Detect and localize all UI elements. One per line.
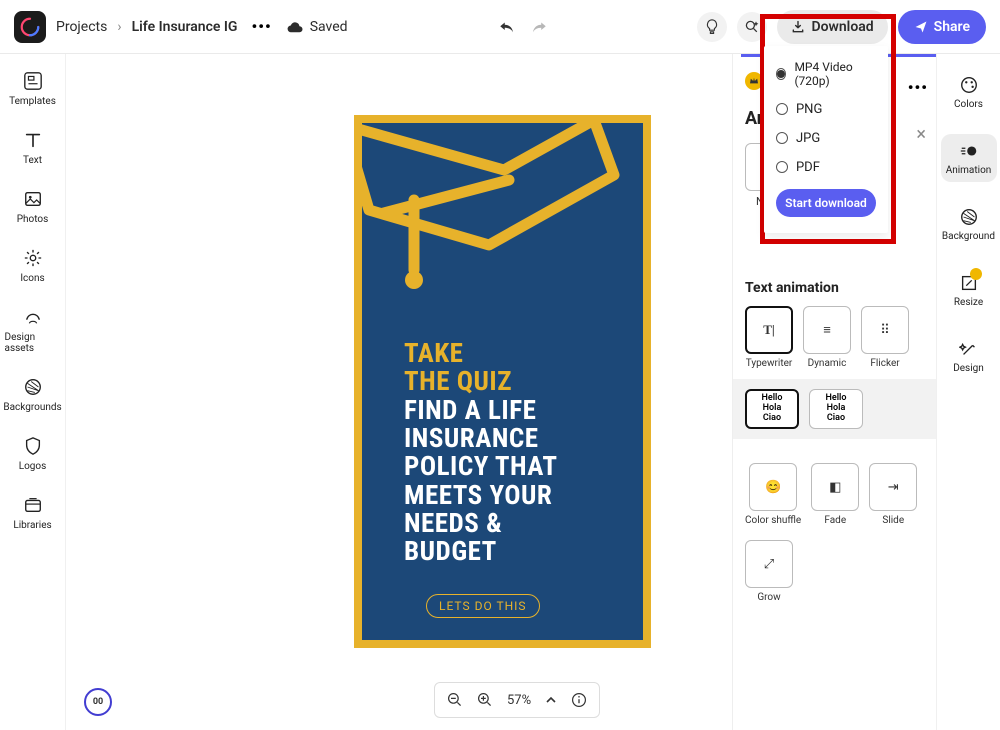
download-option-pdf[interactable]: PDF — [776, 160, 876, 175]
radio-icon — [776, 132, 788, 144]
close-panel-button[interactable]: × — [916, 124, 926, 145]
graduation-cap-graphic — [354, 115, 624, 305]
more-menu-button[interactable]: ••• — [247, 17, 275, 36]
saved-label: Saved — [310, 19, 348, 35]
download-label: Download — [811, 19, 873, 35]
crown-icon — [745, 72, 763, 90]
rnav-background[interactable]: Background — [941, 200, 997, 248]
nav-icons[interactable]: Icons — [5, 247, 61, 284]
nav-backgrounds[interactable]: Backgrounds — [5, 376, 61, 413]
panel-more-button[interactable]: ••• — [908, 78, 928, 97]
heading-line2: THE QUIZ — [404, 367, 614, 395]
zoom-in-button[interactable] — [477, 692, 493, 708]
chevron-right-icon: › — [117, 19, 121, 35]
nav-logos[interactable]: Logos — [5, 435, 61, 472]
texture-icon — [22, 376, 44, 398]
download-icon — [791, 20, 805, 34]
anim-language-row: HelloHolaCiao HelloHolaCiao — [733, 379, 936, 439]
anim-dynamic[interactable]: ≡Dynamic — [803, 306, 851, 369]
anim-color-shuffle[interactable]: 😊Color shuffle — [745, 463, 801, 526]
undo-redo-group — [497, 17, 549, 37]
wand-icon — [958, 338, 980, 360]
start-download-button[interactable]: Start download — [776, 189, 876, 217]
zoom-out-button[interactable] — [447, 692, 463, 708]
text-animation-header: Text animation — [745, 280, 924, 296]
palette-icon — [958, 74, 980, 96]
premium-dot-icon — [970, 268, 982, 280]
app-logo[interactable] — [14, 11, 46, 43]
anim-slide[interactable]: ⇥Slide — [869, 463, 917, 526]
breadcrumb-root[interactable]: Projects — [56, 19, 107, 35]
info-button[interactable] — [571, 692, 587, 708]
share-label: Share — [934, 19, 970, 35]
motion-icon — [958, 140, 980, 162]
badge-icon — [22, 435, 44, 457]
download-option-jpg[interactable]: JPG — [776, 131, 876, 146]
canvas-area[interactable]: TAKE THE QUIZ FIND A LIFE INSURANCE POLI… — [66, 54, 732, 730]
search-sparkle-button[interactable] — [737, 12, 767, 42]
radio-selected-icon — [776, 68, 786, 80]
zoom-menu-button[interactable] — [545, 694, 557, 706]
left-nav: Templates Text Photos Icons Design asset… — [0, 54, 66, 730]
rnav-animation[interactable]: Animation — [941, 134, 997, 182]
radio-icon — [776, 161, 788, 173]
top-bar: Projects › Life Insurance IG ••• Saved D… — [0, 0, 1000, 54]
heading-line1: TAKE — [404, 339, 614, 367]
nav-libraries[interactable]: Libraries — [5, 494, 61, 531]
redo-button[interactable] — [529, 17, 549, 37]
nav-photos[interactable]: Photos — [5, 188, 61, 225]
cta-button[interactable]: LETS DO THIS — [426, 594, 540, 618]
rnav-design[interactable]: Design — [941, 332, 997, 380]
breadcrumb-project[interactable]: Life Insurance IG — [132, 19, 238, 35]
nav-templates[interactable]: Templates — [5, 70, 61, 107]
rnav-resize[interactable]: Resize — [941, 266, 997, 314]
download-option-png[interactable]: PNG — [776, 102, 876, 117]
zoom-value: 57% — [507, 693, 531, 708]
zoom-bar: 57% — [434, 682, 600, 718]
cloud-icon — [286, 20, 304, 34]
nav-text[interactable]: Text — [5, 129, 61, 166]
gear-icon — [22, 247, 44, 269]
photos-icon — [22, 188, 44, 210]
nav-design-assets[interactable]: Design assets — [5, 306, 61, 354]
top-right-actions: Download Share MP4 Video (720p) PNG JPG … — [697, 10, 986, 44]
anim-flicker[interactable]: ⠿Flicker — [861, 306, 909, 369]
tips-button[interactable] — [697, 12, 727, 42]
download-option-mp4[interactable]: MP4 Video (720p) — [776, 60, 876, 88]
rnav-colors[interactable]: Colors — [941, 68, 997, 116]
resize-icon — [958, 272, 980, 294]
timeline-badge[interactable]: 00 — [84, 688, 112, 716]
anim-grow[interactable]: ⤢Grow — [745, 540, 793, 603]
undo-button[interactable] — [497, 17, 517, 37]
artboard[interactable]: TAKE THE QUIZ FIND A LIFE INSURANCE POLI… — [354, 115, 651, 648]
send-icon — [914, 20, 928, 34]
anim-fade[interactable]: ◧Fade — [811, 463, 859, 526]
artboard-copy[interactable]: TAKE THE QUIZ FIND A LIFE INSURANCE POLI… — [404, 339, 614, 566]
share-button[interactable]: Share — [898, 10, 986, 44]
anim-lang-variant-a[interactable]: HelloHolaCiao — [745, 389, 799, 429]
save-status: Saved — [286, 19, 348, 35]
text-icon — [22, 129, 44, 151]
templates-icon — [22, 70, 44, 92]
download-button[interactable]: Download — [777, 10, 887, 44]
radio-icon — [776, 103, 788, 115]
download-popover: MP4 Video (720p) PNG JPG PDF Start downl… — [764, 46, 888, 233]
breadcrumb: Projects › Life Insurance IG — [56, 19, 237, 35]
libraries-icon — [22, 494, 44, 516]
texture-icon — [958, 206, 980, 228]
right-nav: Colors Animation Background Resize Desig… — [936, 54, 1000, 730]
anim-typewriter[interactable]: T|Typewriter — [745, 306, 793, 369]
shapes-icon — [22, 306, 44, 328]
anim-lang-variant-b[interactable]: HelloHolaCiao — [809, 389, 863, 429]
